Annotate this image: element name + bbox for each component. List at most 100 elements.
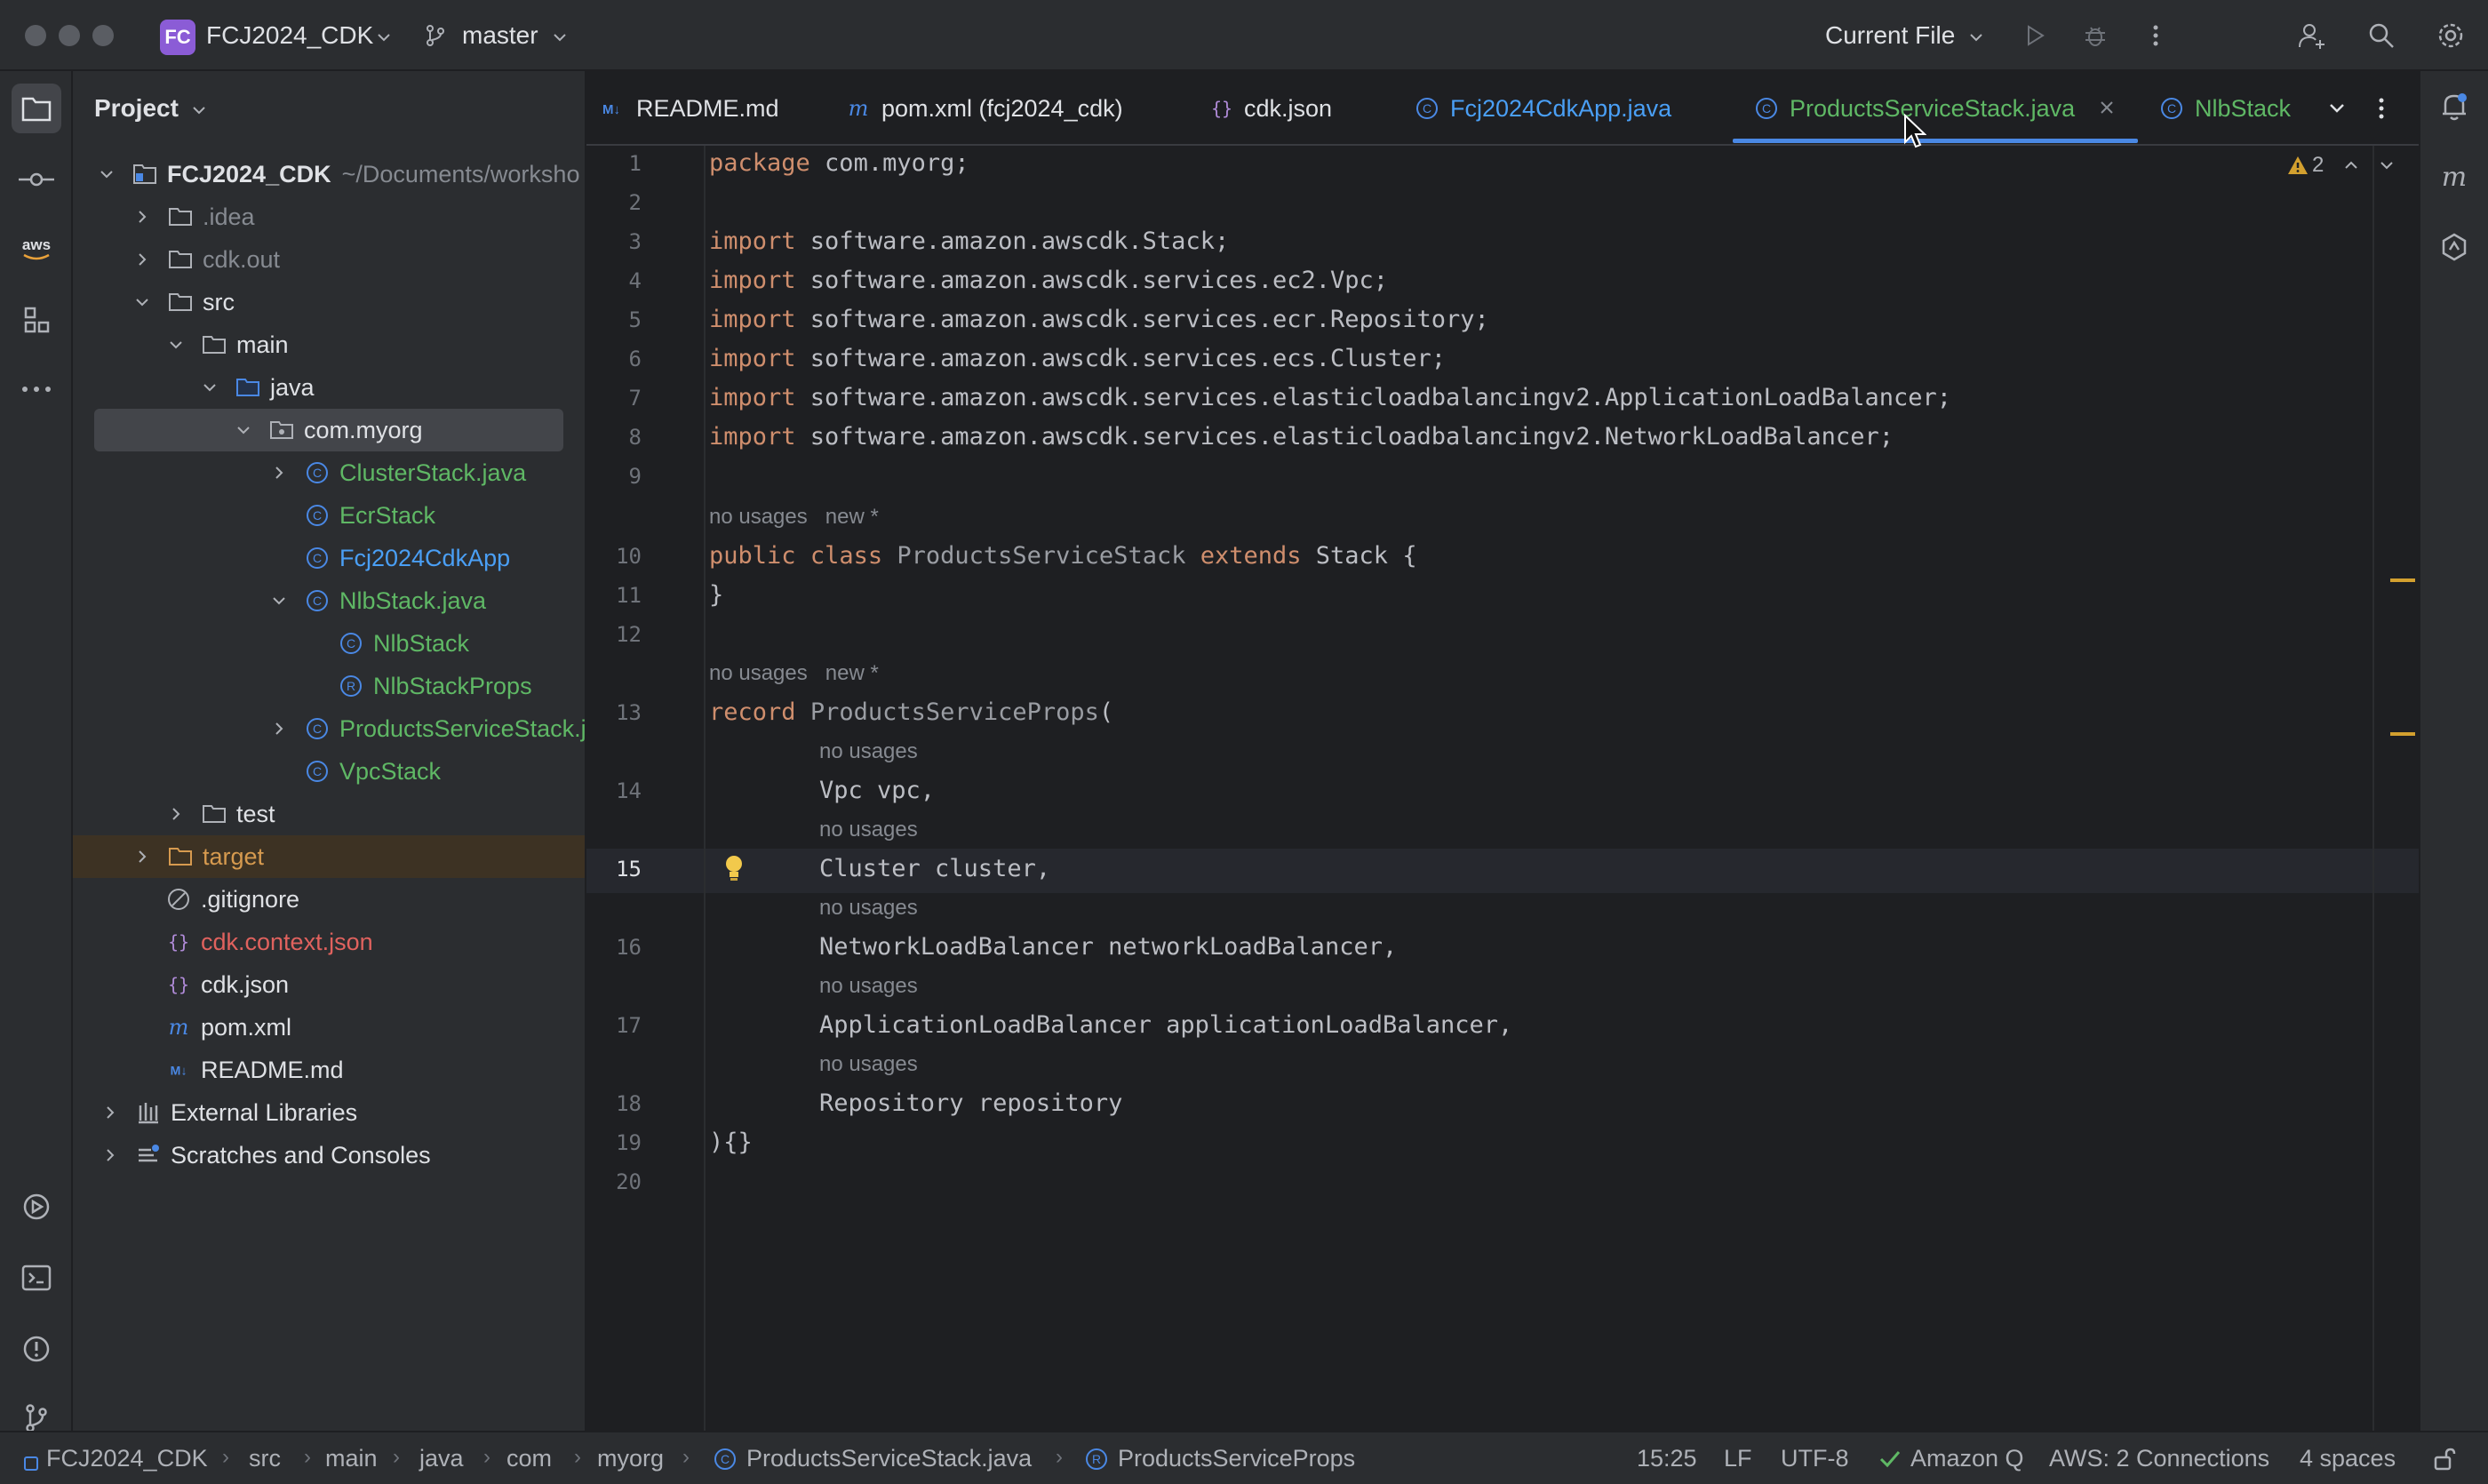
tab-options-icon[interactable]: [2364, 91, 2399, 126]
tree-row-cdk-json[interactable]: {} cdk.json: [73, 963, 585, 1006]
more-actions-icon[interactable]: [2138, 18, 2173, 53]
project-tool-button[interactable]: [12, 84, 61, 133]
tree-row-src[interactable]: src: [73, 281, 585, 323]
chevron-right-icon[interactable]: [133, 208, 151, 226]
tab-productsservicestack[interactable]: C ProductsServiceStack.java: [1754, 91, 2116, 126]
zoom-window-button[interactable]: [92, 25, 114, 46]
code-line[interactable]: import software.amazon.awscdk.services.e…: [709, 423, 1894, 451]
code-line[interactable]: ){}: [709, 1129, 753, 1156]
chevron-right-icon[interactable]: [133, 251, 151, 268]
tree-row-cdk-context-json[interactable]: {} cdk.context.json: [73, 921, 585, 963]
code-line[interactable]: package com.myorg;: [709, 149, 969, 177]
editor-scrollbar[interactable]: [2372, 146, 2374, 1431]
previous-highlight-icon[interactable]: [2343, 157, 2359, 173]
tab-cdk-json[interactable]: {} cdk.json: [1210, 91, 1332, 126]
chevron-right-icon[interactable]: [270, 720, 288, 738]
usages-hint[interactable]: no usages: [819, 818, 918, 842]
next-highlight-icon[interactable]: [2379, 157, 2395, 173]
usages-hint[interactable]: no usages: [819, 739, 918, 764]
breadcrumb-myorg[interactable]: myorg: [597, 1445, 664, 1472]
inspection-widget[interactable]: 2: [2287, 153, 2395, 178]
aws-tool-button[interactable]: aws: [12, 224, 61, 274]
inlay-hint[interactable]: no usages new *: [709, 505, 879, 530]
chevron-down-icon[interactable]: [98, 165, 116, 183]
usages-hint[interactable]: no usages: [819, 896, 918, 921]
breadcrumb-project[interactable]: FCJ2024_CDK: [46, 1445, 208, 1472]
usages-hint[interactable]: no usages: [819, 974, 918, 999]
chevron-down-icon[interactable]: [235, 421, 252, 439]
chevron-down-icon[interactable]: [270, 592, 288, 610]
code-line[interactable]: NetworkLoadBalancer networkLoadBalancer,: [819, 933, 1397, 961]
branch-dropdown[interactable]: master: [462, 21, 538, 50]
ai-assistant-icon[interactable]: [2429, 222, 2479, 272]
tree-row-main[interactable]: main: [73, 323, 585, 366]
chevron-right-icon[interactable]: [270, 464, 288, 482]
problems-tool-button[interactable]: [12, 1324, 61, 1374]
project-panel-title[interactable]: Project: [94, 94, 207, 123]
tab-fcj2024cdkapp[interactable]: C Fcj2024CdkApp.java: [1415, 91, 1671, 126]
indent-setting[interactable]: 4 spaces: [2300, 1445, 2396, 1472]
tree-row-cdk-out[interactable]: cdk.out: [73, 238, 585, 281]
tree-row-root[interactable]: FCJ2024_CDK ~/Documents/worksho: [73, 153, 585, 195]
caret-position[interactable]: 15:25: [1637, 1445, 1697, 1472]
minimize-window-button[interactable]: [59, 25, 80, 46]
services-tool-button[interactable]: [12, 1182, 61, 1232]
tree-row-java[interactable]: java: [73, 366, 585, 409]
debug-icon[interactable]: [2077, 18, 2113, 53]
amazon-q-status[interactable]: Amazon Q: [1910, 1445, 2024, 1472]
tree-row-idea[interactable]: .idea: [73, 195, 585, 238]
tree-row-vpcstack[interactable]: C VpcStack: [73, 750, 585, 793]
tab-readme[interactable]: M↓ README.md: [597, 91, 779, 126]
lightbulb-icon[interactable]: [722, 853, 746, 890]
tree-row-ecrstack[interactable]: C EcrStack: [73, 494, 585, 537]
more-tools-icon[interactable]: [12, 364, 61, 414]
warning-stripe-marker[interactable]: [2390, 578, 2415, 582]
breadcrumb-main[interactable]: main: [325, 1445, 378, 1472]
tree-row-pom-xml[interactable]: m pom.xml: [73, 1006, 585, 1049]
chevron-right-icon[interactable]: [133, 848, 151, 866]
line-separator[interactable]: LF: [1724, 1445, 1752, 1472]
breadcrumb-java[interactable]: java: [419, 1445, 464, 1472]
code-line[interactable]: import software.amazon.awscdk.Stack;: [709, 227, 1229, 255]
code-line[interactable]: import software.amazon.awscdk.services.e…: [709, 267, 1388, 294]
code-line[interactable]: record ProductsServiceProps(: [709, 698, 1113, 726]
project-badge[interactable]: FC: [160, 20, 195, 55]
code-line[interactable]: Repository repository: [819, 1089, 1122, 1117]
tree-row-nlbstack-java[interactable]: C NlbStack.java: [73, 579, 585, 622]
code-line[interactable]: import software.amazon.awscdk.services.e…: [709, 384, 1951, 411]
tree-row-external-libraries[interactable]: External Libraries: [73, 1091, 585, 1134]
chevron-right-icon[interactable]: [167, 805, 185, 823]
breadcrumb-symbol[interactable]: ProductsServiceProps: [1118, 1445, 1355, 1472]
warning-stripe-marker[interactable]: [2390, 732, 2415, 736]
code-line[interactable]: Cluster cluster,: [819, 855, 1050, 882]
run-icon[interactable]: [2017, 18, 2053, 53]
code-line[interactable]: public class ProductsServiceStack extend…: [709, 542, 1417, 570]
maven-tool-icon[interactable]: m: [2429, 153, 2479, 203]
code-line[interactable]: Vpc vpc,: [819, 777, 935, 804]
chevron-right-icon[interactable]: [101, 1104, 119, 1121]
chevron-right-icon[interactable]: [101, 1146, 119, 1164]
project-name-dropdown[interactable]: FCJ2024_CDK: [206, 21, 373, 50]
run-configuration-dropdown[interactable]: Current File: [1825, 21, 1955, 50]
chevron-down-icon[interactable]: [201, 379, 219, 396]
chevron-down-icon[interactable]: [167, 336, 185, 354]
file-encoding[interactable]: UTF-8: [1781, 1445, 1849, 1472]
tab-pom-xml[interactable]: m pom.xml (fcj2024_cdk): [846, 91, 1123, 126]
tree-row-test[interactable]: test: [73, 793, 585, 835]
add-user-icon[interactable]: [2294, 18, 2330, 53]
usages-hint[interactable]: no usages: [819, 1052, 918, 1077]
tree-row-clusterstack[interactable]: C ClusterStack.java: [73, 451, 585, 494]
inlay-hint[interactable]: no usages new *: [709, 661, 879, 686]
tree-row-nlbstack[interactable]: C NlbStack: [73, 622, 585, 665]
commit-tool-button[interactable]: [12, 155, 61, 204]
tree-row-target[interactable]: target: [73, 835, 585, 878]
search-icon[interactable]: [2364, 18, 2399, 53]
breadcrumb-com[interactable]: com: [506, 1445, 552, 1472]
breadcrumb-src[interactable]: src: [249, 1445, 281, 1472]
terminal-tool-button[interactable]: [12, 1253, 61, 1303]
tree-row-nlbstackprops[interactable]: R NlbStackProps: [73, 665, 585, 707]
tree-row-gitignore[interactable]: .gitignore: [73, 878, 585, 921]
code-line[interactable]: import software.amazon.awscdk.services.e…: [709, 306, 1489, 333]
code-line[interactable]: ApplicationLoadBalancer applicationLoadB…: [819, 1011, 1512, 1039]
chevron-down-icon[interactable]: [133, 293, 151, 311]
